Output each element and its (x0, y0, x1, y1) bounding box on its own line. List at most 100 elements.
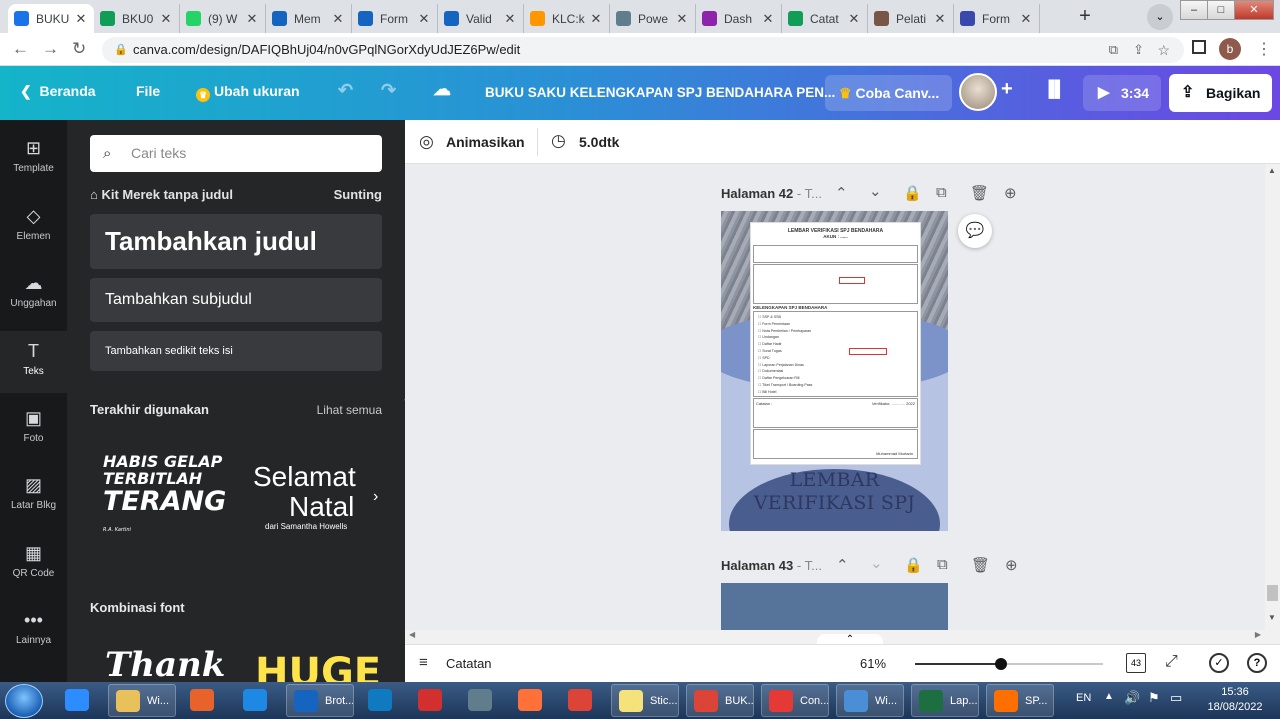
zoom-percent[interactable]: 61% (860, 656, 886, 671)
chevron-up-icon[interactable]: ⌃ (835, 184, 848, 202)
add-body-text-button[interactable]: Tambahkan sedikit teks isi (90, 331, 382, 371)
combo-thank-preview[interactable]: Thank (105, 645, 225, 682)
scroll-left-icon[interactable]: ◀ (409, 630, 415, 639)
chevron-up-icon[interactable]: ⌃ (836, 556, 849, 574)
flag-icon[interactable]: ⚑ (1148, 690, 1160, 706)
zoom-slider-track[interactable] (915, 658, 1103, 670)
animate-button[interactable]: Animasikan (446, 134, 525, 150)
tab-close-icon[interactable]: ✕ (331, 11, 345, 27)
lock-page-icon[interactable]: 🔒 (904, 556, 923, 574)
trash-icon[interactable]: 🗑 (971, 556, 990, 574)
insights-chart-icon[interactable]: ▐▌ (1043, 81, 1066, 99)
search-text-input[interactable]: ⌕ Cari teks (90, 135, 382, 172)
page43-title[interactable]: - T... (797, 558, 822, 573)
new-tab-button[interactable]: + (1071, 4, 1099, 30)
page-title-text[interactable]: LEMBAR VERIFIKASI SPJ (721, 469, 948, 515)
lock-page-icon[interactable]: 🔒 (903, 184, 922, 202)
browser-tab[interactable]: BUKU ✕ (8, 4, 94, 33)
rail-item-template[interactable]: ⊞ Template (0, 128, 67, 190)
taskbar-app[interactable] (511, 684, 553, 717)
bookmark-star-icon[interactable]: ☆ (1157, 37, 1170, 63)
cloud-sync-icon[interactable]: ☁ (433, 79, 451, 100)
duplicate-page-icon[interactable]: ⧉ (936, 184, 947, 201)
minimize-button[interactable]: – (1180, 0, 1208, 20)
add-subheading-button[interactable]: Tambahkan subjudul (90, 278, 382, 322)
scroll-right-icon[interactable]: ▶ (1255, 630, 1261, 639)
verification-sheet[interactable]: LEMBAR VERIFIKASI SPJ BENDAHARA AKUN : .… (750, 222, 921, 465)
chevron-down-icon[interactable]: ⌄ (870, 554, 883, 572)
profile-avatar[interactable]: b (1219, 38, 1241, 60)
add-heading-button[interactable]: Tambahkan judul (90, 214, 382, 269)
tab-close-icon[interactable]: ✕ (503, 11, 517, 27)
taskbar-app[interactable] (561, 684, 603, 717)
tab-close-icon[interactable]: ✕ (417, 11, 431, 27)
forward-icon[interactable]: → (42, 39, 59, 59)
taskbar-app[interactable] (411, 684, 453, 717)
resize-button[interactable]: ♛ Ubah ukuran (196, 83, 300, 102)
page-count-button[interactable]: 43 (1126, 653, 1146, 673)
rail-item-latar-blkg[interactable]: ▨ Latar Blkg (0, 465, 67, 527)
taskbar-app[interactable]: Wi... (836, 684, 904, 717)
scroll-up-icon[interactable]: ▲ (1268, 166, 1276, 175)
tab-close-icon[interactable]: ✕ (675, 11, 689, 27)
user-avatar[interactable] (959, 73, 997, 111)
browser-tab[interactable]: Catat ✕ (782, 4, 868, 33)
scroll-thumb[interactable] (1267, 585, 1278, 601)
brand-kit-label[interactable]: Kit Merek tanpa judul (101, 187, 232, 202)
close-window-button[interactable]: ✕ (1234, 0, 1274, 20)
tab-close-icon[interactable]: ✕ (933, 11, 947, 27)
browser-tab[interactable]: Dash ✕ (696, 4, 782, 33)
add-page-icon[interactable]: ⊕ (1005, 556, 1018, 574)
tab-close-icon[interactable]: ✕ (847, 11, 861, 27)
taskbar-app[interactable] (461, 684, 503, 717)
language-indicator[interactable]: EN (1076, 692, 1091, 704)
edit-brand-kit-link[interactable]: Sunting (334, 187, 382, 202)
duration-button[interactable]: 5.0dtk (579, 134, 619, 150)
browser-tab[interactable]: BKU0 ✕ (94, 4, 180, 33)
file-menu[interactable]: File (136, 83, 160, 99)
browser-menu-icon[interactable]: ⋮ (1256, 39, 1272, 59)
page-42[interactable]: LEMBAR VERIFIKASI SPJ BENDAHARA AKUN : .… (721, 211, 948, 531)
back-icon[interactable]: ← (12, 39, 29, 59)
browser-tab[interactable]: Powe ✕ (610, 4, 696, 33)
rail-item-qr-code[interactable]: ▦ QR Code (0, 533, 67, 595)
rail-item-elemen[interactable]: ◇ Elemen (0, 196, 67, 258)
taskbar-app[interactable]: Stic... (611, 684, 679, 717)
duplicate-page-icon[interactable]: ⧉ (937, 556, 948, 573)
scroll-down-icon[interactable]: ▼ (1268, 613, 1276, 622)
taskbar-app[interactable]: SP... (986, 684, 1054, 717)
see-all-link[interactable]: Lihat semua (317, 403, 382, 417)
rail-item-foto[interactable]: ▣ Foto (0, 398, 67, 460)
chevron-down-icon[interactable]: ⌄ (869, 182, 882, 200)
browser-tab[interactable]: KLC:k ✕ (524, 4, 610, 33)
taskbar-app[interactable]: Brot... (286, 684, 354, 717)
rail-item-teks[interactable]: T Teks (0, 331, 67, 393)
tab-close-icon[interactable]: ✕ (245, 11, 259, 27)
fullscreen-icon[interactable]: ⤢ (1165, 653, 1178, 671)
tab-close-icon[interactable]: ✕ (159, 11, 173, 27)
browser-tab[interactable]: Form ✕ (954, 4, 1040, 33)
taskbar-app[interactable]: Lap... (911, 684, 979, 717)
browser-tab[interactable]: (9) W ✕ (180, 4, 266, 33)
comment-icon[interactable]: 💬 (958, 214, 992, 248)
expand-pages-handle[interactable]: ⌃ (817, 634, 883, 644)
translate-icon[interactable]: ⧉ (1109, 37, 1118, 63)
taskbar-app[interactable]: BUK... (686, 684, 754, 717)
undo-icon[interactable]: ↶ (338, 80, 353, 101)
try-canva-pro-button[interactable]: ♛ Coba Canv... (825, 75, 952, 111)
taskbar-app[interactable] (183, 684, 225, 717)
url-field[interactable]: 🔒 canva.com/design/DAFIQBhUj04/n0vGPqlNG… (102, 37, 1184, 63)
tab-close-icon[interactable]: ✕ (74, 11, 88, 27)
reload-icon[interactable]: ↻ (72, 39, 86, 59)
network-icon[interactable]: ▭ (1170, 690, 1182, 706)
sidepanel-icon[interactable] (1192, 40, 1206, 54)
document-title[interactable]: BUKU SAKU KELENGKAPAN SPJ BENDAHARA PEN.… (485, 85, 835, 100)
zoom-slider-knob[interactable] (995, 658, 1008, 670)
clock[interactable]: 15:36 18/08/2022 (1196, 685, 1274, 715)
tab-close-icon[interactable]: ✕ (761, 11, 775, 27)
taskbar-app[interactable]: Wi... (108, 684, 176, 717)
notes-button[interactable]: Catatan (446, 656, 492, 671)
trash-icon[interactable]: 🗑 (970, 184, 989, 202)
font-preview-selamat-natal[interactable]: Selamat Natal dari Samantha Howells (253, 462, 373, 532)
taskbar-app[interactable] (361, 684, 403, 717)
